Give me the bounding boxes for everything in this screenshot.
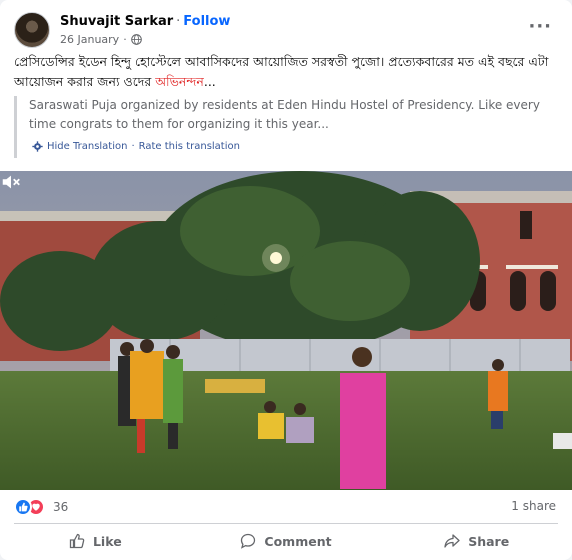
like-label: Like (92, 533, 122, 549)
like-button[interactable]: Like (0, 526, 191, 556)
rate-translation-link[interactable]: Rate this translation (139, 141, 240, 152)
hide-translation-link[interactable]: Hide Translation (47, 141, 127, 152)
translation-text: Saraswati Puja organized by residents at… (29, 98, 540, 131)
follow-button[interactable]: Follow (183, 14, 230, 29)
video-player[interactable] (0, 171, 572, 490)
thumbs-up-icon (69, 533, 85, 549)
avatar[interactable] (14, 12, 50, 48)
gear-icon (32, 141, 43, 152)
like-reaction-icon (14, 498, 32, 516)
translation-links: Hide Translation · Rate this translation (32, 141, 240, 152)
share-icon (444, 534, 460, 548)
post-text-tail: ... (203, 74, 216, 89)
divider (14, 523, 558, 524)
separator-dot: · (176, 14, 181, 29)
more-options-icon[interactable]: ··· (528, 18, 552, 36)
author-line: Shuvajit Sarkar · Follow (60, 14, 230, 29)
video-frame (0, 171, 572, 490)
post-meta: 26 January · (60, 33, 142, 46)
reaction-summary[interactable]: 36 (14, 496, 68, 518)
post-text-main: প্রেসিডেন্সির ইডেন হিন্দু হোস্টেলে আবাসি… (14, 54, 549, 89)
post-card: Shuvajit Sarkar · Follow 26 January · ··· … (0, 0, 572, 560)
post-date[interactable]: 26 January (60, 33, 119, 46)
share-count[interactable]: 1 share (511, 499, 556, 513)
separator-dot: · (131, 141, 135, 152)
comment-label: Comment (264, 533, 332, 549)
reaction-count[interactable]: 36 (53, 500, 68, 514)
speaker-muted-icon[interactable] (0, 171, 22, 193)
separator-dot: · (123, 33, 127, 46)
comment-button[interactable]: Comment (191, 526, 382, 556)
post-header: Shuvajit Sarkar · Follow 26 January · ··· (14, 12, 558, 52)
translation-block: Saraswati Puja organized by residents at… (14, 96, 558, 158)
globe-icon (130, 34, 142, 45)
post-text: প্রেসিডেন্সির ইডেন হিন্দু হোস্টেলে আবাসি… (14, 52, 560, 92)
author-name[interactable]: Shuvajit Sarkar (60, 14, 173, 29)
post-text-highlight[interactable]: অভিনন্দন (155, 74, 204, 89)
action-bar: Like Comment Share (0, 526, 572, 556)
share-label: Share (468, 533, 510, 549)
comment-icon (241, 533, 256, 549)
share-button[interactable]: Share (381, 526, 572, 556)
